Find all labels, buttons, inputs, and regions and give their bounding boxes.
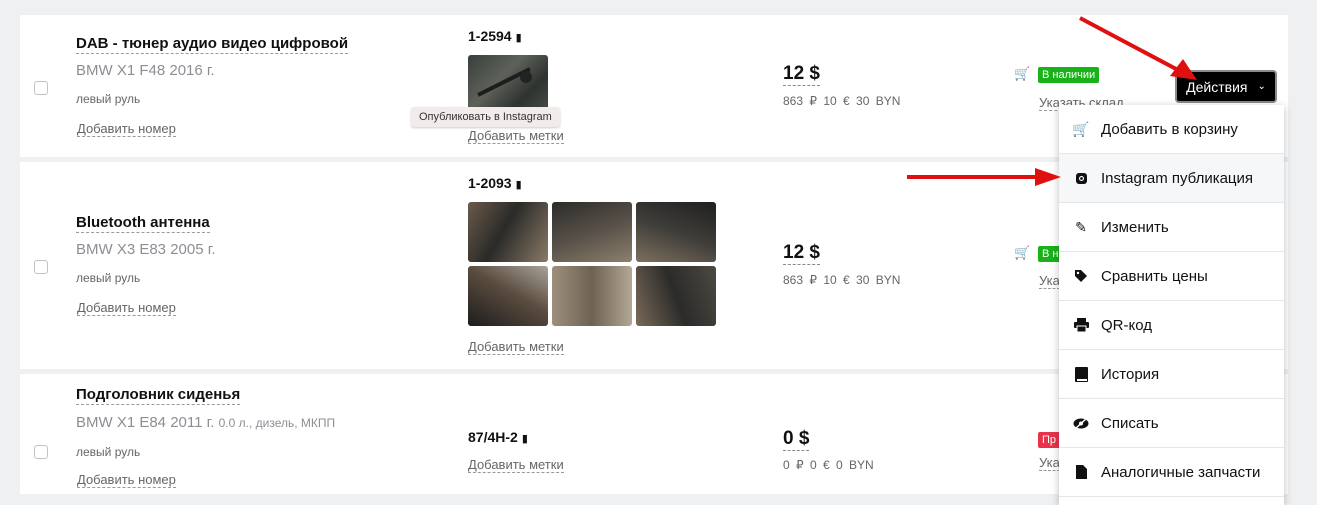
part-photo[interactable] (468, 55, 548, 115)
menu-item-history[interactable]: История (1059, 350, 1284, 399)
add-tags-link[interactable]: Добавить метки (468, 339, 564, 355)
menu-item-label: Изменить (1101, 218, 1169, 236)
add-number-link[interactable]: Добавить номер (77, 121, 176, 137)
menu-item-label: Аналогичные запчасти (1101, 463, 1261, 481)
steering-side: левый руль (76, 445, 141, 459)
copy-icon[interactable]: ▮ (516, 32, 522, 44)
price[interactable]: 0 $ (783, 428, 810, 451)
car-model: BMW X1 E84 2011 г. 0.0 л., дизель, МКПП (76, 414, 336, 431)
book-icon (1073, 366, 1089, 382)
part-photo[interactable] (636, 202, 716, 262)
instagram-icon (1073, 172, 1089, 185)
menu-item-label: Instagram публикация (1101, 169, 1254, 187)
instagram-tooltip: Опубликовать в Instagram (411, 107, 560, 127)
stock-badge: Пр (1038, 432, 1061, 448)
file-icon (1073, 465, 1089, 479)
part-photo[interactable] (636, 266, 716, 326)
add-tags-link[interactable]: Добавить метки (468, 128, 564, 144)
tag-icon (1073, 269, 1089, 283)
set-warehouse-link[interactable]: Ука (1039, 455, 1060, 471)
part-photo[interactable] (468, 202, 548, 262)
car-model: BMW X3 E83 2005 г. (76, 241, 216, 258)
price-conversions: 863 ₽ 10 € 30 BYN (783, 273, 901, 287)
car-model: BMW X1 F48 2016 г. (76, 62, 215, 79)
red-arrow-to-actions (1079, 16, 1197, 80)
part-sku: 1-2093 ▮ (468, 175, 522, 191)
cart-icon[interactable]: 🛒 (1014, 66, 1030, 82)
set-warehouse-link[interactable]: Ука (1039, 273, 1060, 289)
menu-item-edit[interactable]: ✎ Изменить (1059, 203, 1284, 252)
price-conversions: 0 ₽ 0 € 0 BYN (783, 458, 874, 472)
copy-icon[interactable]: ▮ (516, 179, 522, 191)
menu-item-label: Добавить в корзину (1101, 120, 1238, 138)
menu-item-label: QR-код (1101, 316, 1152, 334)
add-number-link[interactable]: Добавить номер (77, 300, 176, 316)
price[interactable]: 12 $ (783, 63, 820, 86)
menu-item-add-to-cart[interactable]: 🛒 Добавить в корзину (1059, 105, 1284, 154)
menu-item-label: Списать (1101, 414, 1159, 432)
price[interactable]: 12 $ (783, 242, 820, 265)
eye-slash-icon (1073, 416, 1089, 430)
part-photo[interactable] (468, 266, 548, 326)
add-tags-link[interactable]: Добавить метки (468, 457, 564, 473)
part-photo[interactable] (552, 202, 632, 262)
steering-side: левый руль (76, 92, 141, 106)
part-sku: 87/4H-2 ▮ (468, 429, 528, 445)
menu-item-compare-prices[interactable]: Сравнить цены (1059, 252, 1284, 301)
chevron-down-icon: ⌄ (1257, 81, 1266, 92)
actions-menu: 🛒 Добавить в корзину Instagram публикаци… (1059, 105, 1284, 505)
menu-item-label: Сравнить цены (1101, 267, 1208, 285)
copy-icon[interactable]: ▮ (522, 433, 528, 445)
part-title[interactable]: Bluetooth антенна (76, 214, 210, 233)
menu-item-write-off[interactable]: Списать (1059, 399, 1284, 448)
price-conversions: 863 ₽ 10 € 30 BYN (783, 94, 901, 108)
cart-icon: 🛒 (1072, 120, 1090, 137)
row-checkbox[interactable] (34, 81, 48, 95)
row-checkbox[interactable] (34, 445, 48, 459)
menu-item-label: История (1101, 365, 1160, 383)
cart-icon[interactable]: 🛒 (1014, 245, 1030, 261)
add-number-link[interactable]: Добавить номер (77, 472, 176, 488)
part-photo[interactable] (552, 266, 632, 326)
printer-icon (1073, 318, 1089, 332)
red-arrow-to-instagram (907, 168, 1061, 186)
part-sku: 1-2594 ▮ (468, 28, 522, 44)
part-title[interactable]: Подголовник сиденья (76, 386, 241, 405)
menu-item-qr-code[interactable]: QR-код (1059, 301, 1284, 350)
part-title[interactable]: DAB - тюнер аудио видео цифровой (76, 35, 349, 54)
row-checkbox[interactable] (34, 260, 48, 274)
steering-side: левый руль (76, 271, 141, 285)
pencil-icon: ✎ (1075, 218, 1087, 235)
menu-item-instagram[interactable]: Instagram публикация (1059, 154, 1284, 203)
